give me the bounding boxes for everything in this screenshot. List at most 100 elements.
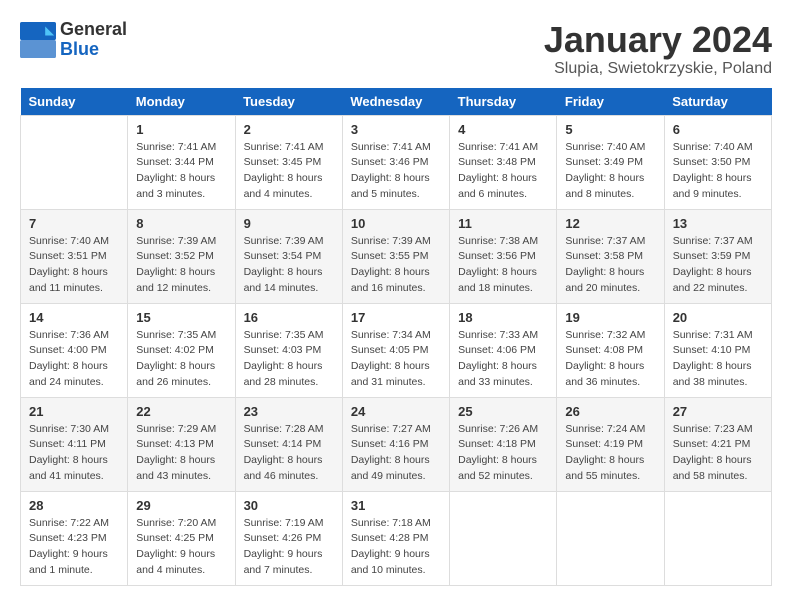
day-detail: Sunrise: 7:37 AMSunset: 3:59 PMDaylight:…: [673, 234, 763, 297]
day-detail: Sunrise: 7:39 AMSunset: 3:54 PMDaylight:…: [244, 234, 334, 297]
calendar-cell: 20 Sunrise: 7:31 AMSunset: 4:10 PMDayligh…: [664, 303, 771, 397]
day-detail: Sunrise: 7:33 AMSunset: 4:06 PMDaylight:…: [458, 328, 548, 391]
calendar-cell: 6 Sunrise: 7:40 AMSunset: 3:50 PMDaylight…: [664, 115, 771, 209]
day-header-tuesday: Tuesday: [235, 88, 342, 116]
day-number: 19: [565, 310, 655, 325]
day-detail: Sunrise: 7:41 AMSunset: 3:46 PMDaylight:…: [351, 140, 441, 203]
day-detail: Sunrise: 7:24 AMSunset: 4:19 PMDaylight:…: [565, 422, 655, 485]
calendar-cell: 1 Sunrise: 7:41 AMSunset: 3:44 PMDaylight…: [128, 115, 235, 209]
day-detail: Sunrise: 7:18 AMSunset: 4:28 PMDaylight:…: [351, 516, 441, 579]
day-number: 1: [136, 122, 226, 137]
location: Slupia, Swietokrzyskie, Poland: [544, 60, 772, 78]
day-detail: Sunrise: 7:22 AMSunset: 4:23 PMDaylight:…: [29, 516, 119, 579]
day-header-wednesday: Wednesday: [342, 88, 449, 116]
day-number: 26: [565, 404, 655, 419]
day-number: 14: [29, 310, 119, 325]
day-number: 6: [673, 122, 763, 137]
day-number: 7: [29, 216, 119, 231]
day-detail: Sunrise: 7:26 AMSunset: 4:18 PMDaylight:…: [458, 422, 548, 485]
day-number: 31: [351, 498, 441, 513]
calendar-cell: 4Sunrise: 7:41 AMSunset: 3:48 PMDaylight…: [450, 115, 557, 209]
calendar-cell: 10 Sunrise: 7:39 AMSunset: 3:55 PMDayligh…: [342, 209, 449, 303]
calendar-cell: 12 Sunrise: 7:37 AMSunset: 3:58 PMDayligh…: [557, 209, 664, 303]
day-number: 28: [29, 498, 119, 513]
day-detail: Sunrise: 7:39 AMSunset: 3:52 PMDaylight:…: [136, 234, 226, 297]
calendar-cell: 24 Sunrise: 7:27 AMSunset: 4:16 PMDayligh…: [342, 397, 449, 491]
calendar-cell: [557, 491, 664, 585]
calendar-body: 1 Sunrise: 7:41 AMSunset: 3:44 PMDaylight…: [21, 115, 772, 585]
day-number: 16: [244, 310, 334, 325]
day-number: 13: [673, 216, 763, 231]
calendar-cell: 30Sunrise: 7:19 AMSunset: 4:26 PMDayligh…: [235, 491, 342, 585]
logo-line2: Blue: [60, 40, 127, 60]
day-header-sunday: Sunday: [21, 88, 128, 116]
day-number: 4: [458, 122, 548, 137]
calendar-cell: 27 Sunrise: 7:23 AMSunset: 4:21 PMDayligh…: [664, 397, 771, 491]
month-title: January 2024: [544, 20, 772, 60]
day-number: 18: [458, 310, 548, 325]
day-detail: Sunrise: 7:40 AMSunset: 3:50 PMDaylight:…: [673, 140, 763, 203]
calendar-cell: 28 Sunrise: 7:22 AMSunset: 4:23 PMDayligh…: [21, 491, 128, 585]
logo: General Blue: [20, 20, 127, 60]
day-number: 21: [29, 404, 119, 419]
calendar-cell: 21 Sunrise: 7:30 AMSunset: 4:11 PMDayligh…: [21, 397, 128, 491]
calendar-cell: 29 Sunrise: 7:20 AMSunset: 4:25 PMDayligh…: [128, 491, 235, 585]
day-number: 27: [673, 404, 763, 419]
calendar-cell: 19 Sunrise: 7:32 AMSunset: 4:08 PMDayligh…: [557, 303, 664, 397]
calendar-cell: 26 Sunrise: 7:24 AMSunset: 4:19 PMDayligh…: [557, 397, 664, 491]
calendar-cell: 31 Sunrise: 7:18 AMSunset: 4:28 PMDayligh…: [342, 491, 449, 585]
day-detail: Sunrise: 7:31 AMSunset: 4:10 PMDaylight:…: [673, 328, 763, 391]
calendar-cell: 5Sunrise: 7:40 AMSunset: 3:49 PMDaylight…: [557, 115, 664, 209]
logo-icon: [20, 22, 56, 58]
day-number: 9: [244, 216, 334, 231]
day-detail: Sunrise: 7:41 AMSunset: 3:45 PMDaylight:…: [244, 140, 334, 203]
day-detail: Sunrise: 7:20 AMSunset: 4:25 PMDaylight:…: [136, 516, 226, 579]
day-number: 11: [458, 216, 548, 231]
calendar-cell: 16 Sunrise: 7:35 AMSunset: 4:03 PMDayligh…: [235, 303, 342, 397]
day-detail: Sunrise: 7:40 AMSunset: 3:51 PMDaylight:…: [29, 234, 119, 297]
day-detail: Sunrise: 7:41 AMSunset: 3:44 PMDaylight:…: [136, 140, 226, 203]
day-detail: Sunrise: 7:30 AMSunset: 4:11 PMDaylight:…: [29, 422, 119, 485]
day-number: 20: [673, 310, 763, 325]
day-detail: Sunrise: 7:23 AMSunset: 4:21 PMDaylight:…: [673, 422, 763, 485]
calendar-cell: [21, 115, 128, 209]
day-header-thursday: Thursday: [450, 88, 557, 116]
day-detail: Sunrise: 7:32 AMSunset: 4:08 PMDaylight:…: [565, 328, 655, 391]
calendar-cell: 9 Sunrise: 7:39 AMSunset: 3:54 PMDaylight…: [235, 209, 342, 303]
day-number: 10: [351, 216, 441, 231]
day-number: 25: [458, 404, 548, 419]
calendar-cell: 7 Sunrise: 7:40 AMSunset: 3:51 PMDaylight…: [21, 209, 128, 303]
day-number: 15: [136, 310, 226, 325]
calendar-table: SundayMondayTuesdayWednesdayThursdayFrid…: [20, 88, 772, 586]
day-detail: Sunrise: 7:39 AMSunset: 3:55 PMDaylight:…: [351, 234, 441, 297]
day-header-friday: Friday: [557, 88, 664, 116]
day-detail: Sunrise: 7:27 AMSunset: 4:16 PMDaylight:…: [351, 422, 441, 485]
calendar-cell: 8 Sunrise: 7:39 AMSunset: 3:52 PMDaylight…: [128, 209, 235, 303]
day-detail: Sunrise: 7:38 AMSunset: 3:56 PMDaylight:…: [458, 234, 548, 297]
calendar-cell: 22Sunrise: 7:29 AMSunset: 4:13 PMDayligh…: [128, 397, 235, 491]
day-detail: Sunrise: 7:29 AMSunset: 4:13 PMDaylight:…: [136, 422, 226, 485]
calendar-cell: 18 Sunrise: 7:33 AMSunset: 4:06 PMDayligh…: [450, 303, 557, 397]
day-number: 30: [244, 498, 334, 513]
day-detail: Sunrise: 7:40 AMSunset: 3:49 PMDaylight:…: [565, 140, 655, 203]
day-number: 8: [136, 216, 226, 231]
logo-line1: General: [60, 20, 127, 40]
day-number: 2: [244, 122, 334, 137]
calendar-header: SundayMondayTuesdayWednesdayThursdayFrid…: [21, 88, 772, 116]
day-detail: Sunrise: 7:37 AMSunset: 3:58 PMDaylight:…: [565, 234, 655, 297]
day-number: 3: [351, 122, 441, 137]
day-detail: Sunrise: 7:35 AMSunset: 4:03 PMDaylight:…: [244, 328, 334, 391]
calendar-cell: 3 Sunrise: 7:41 AMSunset: 3:46 PMDaylight…: [342, 115, 449, 209]
day-number: 29: [136, 498, 226, 513]
calendar-cell: 25 Sunrise: 7:26 AMSunset: 4:18 PMDayligh…: [450, 397, 557, 491]
day-detail: Sunrise: 7:36 AMSunset: 4:00 PMDaylight:…: [29, 328, 119, 391]
day-detail: Sunrise: 7:34 AMSunset: 4:05 PMDaylight:…: [351, 328, 441, 391]
calendar-cell: 2 Sunrise: 7:41 AMSunset: 3:45 PMDaylight…: [235, 115, 342, 209]
day-detail: Sunrise: 7:28 AMSunset: 4:14 PMDaylight:…: [244, 422, 334, 485]
day-number: 12: [565, 216, 655, 231]
calendar-cell: 23Sunrise: 7:28 AMSunset: 4:14 PMDayligh…: [235, 397, 342, 491]
calendar-cell: [450, 491, 557, 585]
calendar-cell: 13 Sunrise: 7:37 AMSunset: 3:59 PMDayligh…: [664, 209, 771, 303]
day-detail: Sunrise: 7:35 AMSunset: 4:02 PMDaylight:…: [136, 328, 226, 391]
day-number: 24: [351, 404, 441, 419]
